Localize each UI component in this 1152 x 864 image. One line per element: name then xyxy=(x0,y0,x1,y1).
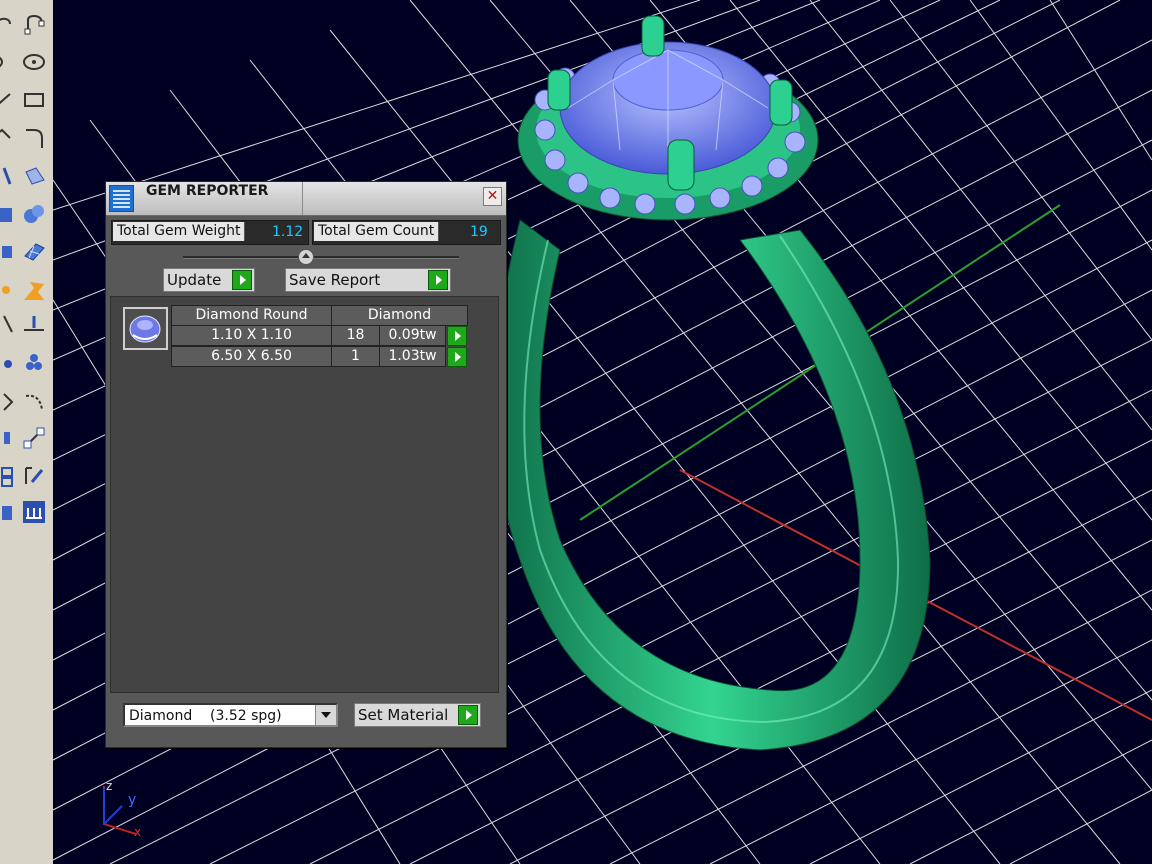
project-icon[interactable] xyxy=(20,310,48,338)
total-gem-weight-label: Total Gem Weight xyxy=(113,222,246,241)
gem-list: Diamond Round Diamond 1.10 X 1.10 18 0.0… xyxy=(110,296,499,693)
ring-shank xyxy=(494,219,931,751)
arc-icon[interactable] xyxy=(0,48,16,76)
curve-icon[interactable] xyxy=(0,10,16,38)
array-icon[interactable] xyxy=(20,348,48,376)
close-button[interactable]: ✕ xyxy=(483,187,502,206)
explode-icon[interactable] xyxy=(0,276,16,304)
axis-x-label: x xyxy=(134,825,141,839)
curve-edit-icon[interactable] xyxy=(20,10,48,38)
select-row-button[interactable] xyxy=(447,326,467,346)
gem-count: 18 xyxy=(331,325,380,346)
split-icon[interactable] xyxy=(0,310,16,338)
update-button[interactable]: Update xyxy=(163,268,255,292)
panel-divider xyxy=(183,256,459,259)
set-material-button[interactable]: Set Material xyxy=(354,703,481,727)
rotate-icon[interactable] xyxy=(20,388,48,416)
total-gem-weight: Total Gem Weight 1.12 xyxy=(111,220,309,245)
gem-size: 6.50 X 6.50 xyxy=(171,346,332,367)
total-gem-count-value: 19 xyxy=(470,224,488,240)
table-header-material: Diamond xyxy=(331,305,468,326)
mirror-icon[interactable] xyxy=(0,424,16,452)
polyline-icon[interactable] xyxy=(0,124,16,152)
boolean-icon[interactable] xyxy=(20,276,48,304)
set-material-label: Set Material xyxy=(358,706,449,724)
line-icon[interactable] xyxy=(0,86,16,114)
play-icon xyxy=(428,270,448,290)
gem-reporter-panel: GEM REPORTER ✕ Total Gem Weight 1.12 Tot… xyxy=(105,181,507,748)
left-toolbar xyxy=(0,0,54,864)
table-header-shape: Diamond Round xyxy=(171,305,332,326)
flow-icon[interactable] xyxy=(20,462,48,490)
axis-indicator: z y x xyxy=(92,776,152,840)
gem-weight: 1.03tw xyxy=(379,346,446,367)
save-report-button[interactable]: Save Report xyxy=(285,268,451,292)
gem-size: 1.10 X 1.10 xyxy=(171,325,332,346)
copy-icon[interactable] xyxy=(0,462,16,490)
axis-y-label: y xyxy=(128,792,136,808)
rectangle-icon[interactable] xyxy=(20,86,48,114)
point-icon[interactable] xyxy=(0,348,16,376)
material-selected: Diamond (3.52 spg) xyxy=(129,708,282,724)
patch-icon[interactable] xyxy=(0,238,16,266)
panel-title: GEM REPORTER xyxy=(146,183,269,199)
ellipse-icon[interactable] xyxy=(20,48,48,76)
extrude-icon[interactable] xyxy=(0,498,16,526)
spheres-icon[interactable] xyxy=(20,200,48,228)
gem-thumbnail[interactable] xyxy=(123,307,168,350)
select-row-button[interactable] xyxy=(447,347,467,367)
scale-icon[interactable] xyxy=(20,424,48,452)
total-gem-count-label: Total Gem Count xyxy=(314,222,440,241)
loft-surface-icon[interactable] xyxy=(20,162,48,190)
mesh-icon[interactable] xyxy=(20,238,48,266)
box-icon[interactable] xyxy=(0,200,16,228)
chevron-down-icon[interactable] xyxy=(315,705,336,725)
update-label: Update xyxy=(167,271,222,289)
play-icon xyxy=(458,705,478,725)
prongs-icon[interactable] xyxy=(20,498,48,526)
total-gem-count: Total Gem Count 19 xyxy=(312,220,501,245)
play-icon xyxy=(232,270,252,290)
gem-weight: 0.09tw xyxy=(379,325,446,346)
title-bar[interactable]: GEM REPORTER ✕ xyxy=(106,182,506,216)
save-report-label: Save Report xyxy=(289,271,381,289)
material-dropdown[interactable]: Diamond (3.52 spg) xyxy=(123,703,338,727)
move-icon[interactable] xyxy=(0,388,16,416)
surface-icon[interactable] xyxy=(0,162,16,190)
fillet-icon[interactable] xyxy=(20,124,48,152)
title-separator xyxy=(302,182,303,215)
total-gem-weight-value: 1.12 xyxy=(272,224,304,240)
axis-z-label: z xyxy=(106,779,112,793)
divider-handle[interactable] xyxy=(298,249,314,265)
report-icon xyxy=(108,184,135,213)
gem-count: 1 xyxy=(331,346,380,367)
